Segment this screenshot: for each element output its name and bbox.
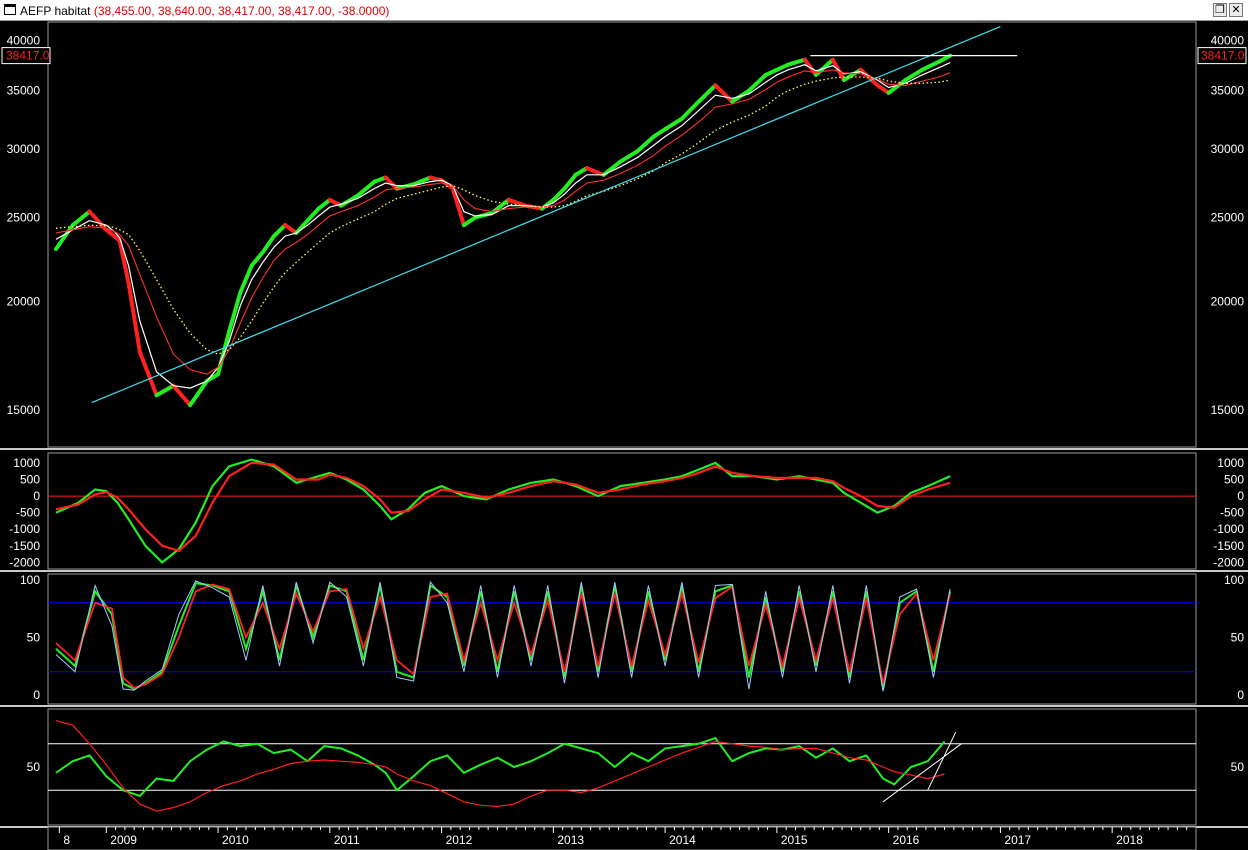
price-up-segment — [70, 209, 92, 228]
momentum-left-tick-label: 1000 — [13, 456, 40, 470]
momentum-slow-line — [55, 461, 951, 553]
price-up-segment — [154, 383, 176, 398]
x-tick-label-2014: 2014 — [669, 833, 696, 847]
rsi-right-tick-label: 50 — [1231, 760, 1245, 774]
price-up-segment — [54, 223, 75, 251]
stochastic-right-tick-label: 50 — [1231, 630, 1245, 644]
series-ma-slow — [55, 76, 951, 355]
x-tick-label-2018: 2018 — [1116, 833, 1143, 847]
x-tick-label-2010: 2010 — [222, 833, 249, 847]
price-up-segment — [271, 223, 288, 239]
momentum-right-tick-label: -500 — [1220, 506, 1244, 520]
chart-area[interactable]: 8 2009 2010 2011 2012 2013 2014 2015 2016 2017 201… — [0, 21, 1248, 850]
series-rsi-avg — [55, 720, 945, 812]
x-tick-label-2012: 2012 — [446, 833, 473, 847]
stochastic-right-tick-label: 100 — [1224, 573, 1244, 587]
price-up-segment — [316, 197, 332, 211]
series-rsi — [55, 736, 946, 798]
x-tick-label-2011: 2011 — [334, 833, 360, 847]
last-price-label-left: 38417.0 — [6, 49, 50, 63]
price-down-segment — [137, 349, 159, 398]
symbol-name: AEFP habitat — [20, 4, 91, 18]
momentum-left-tick-label: 0 — [33, 489, 40, 503]
close-icon[interactable]: ✕ — [1229, 3, 1243, 17]
momentum-right-tick-label: 500 — [1224, 473, 1244, 487]
stochastic-left-tick-label: 0 — [33, 688, 40, 702]
rsi-trendline-1 — [882, 743, 962, 803]
price-down-segment — [283, 223, 299, 235]
price-up-segment — [562, 172, 578, 191]
chart-marks — [48, 25, 1196, 812]
window-title: AEFP habitat (38,455.00, 38,640.00, 38,4… — [20, 4, 389, 18]
momentum-right-tick-label: 0 — [1237, 489, 1244, 503]
stochastic-left-tick-label: 100 — [20, 573, 40, 587]
window-icon[interactable] — [4, 4, 16, 15]
price-up-segment — [679, 99, 701, 121]
momentum-left-tick-label: -500 — [16, 506, 40, 520]
price-left-tick-label: 15000 — [7, 403, 41, 417]
price-up-segment — [635, 134, 656, 154]
momentum-left-tick-label: -1000 — [9, 522, 40, 536]
panel-frame-4 — [47, 708, 1197, 826]
price-up-segment — [618, 149, 640, 164]
panel-frame-3 — [47, 573, 1197, 705]
price-up-segment — [339, 193, 360, 208]
x-tick-label-2015: 2015 — [781, 833, 808, 847]
price-right-tick-label: 25000 — [1211, 211, 1245, 225]
panel-frame-2 — [47, 452, 1197, 570]
momentum-left-tick-label: 500 — [20, 473, 40, 487]
momentum-right-tick-label: 1000 — [1217, 456, 1244, 470]
support-trendline — [91, 25, 1001, 404]
restore-icon[interactable]: ❐ — [1213, 3, 1227, 17]
price-up-segment — [238, 263, 254, 295]
ohlc-readout: (38,455.00, 38,640.00, 38,417.00, 38,417… — [93, 4, 390, 18]
price-up-segment — [249, 250, 265, 268]
panels — [0, 21, 1248, 850]
axis-labels: 8 2009 2010 2011 2012 2013 2014 2015 2016 2017 201… — [1, 33, 1247, 847]
rsi-trendline-2 — [927, 731, 957, 791]
price-left-tick-label: 40000 — [7, 33, 41, 47]
panel-frame-1 — [47, 21, 1197, 448]
momentum-right-tick-label: -1000 — [1213, 522, 1244, 536]
rsi-left-tick-label: 50 — [27, 760, 41, 774]
momentum-left-tick-label: -1500 — [9, 539, 40, 553]
price-right-tick-label: 30000 — [1211, 142, 1245, 156]
momentum-right-tick-label: -1500 — [1213, 539, 1244, 553]
price-down-segment — [171, 383, 193, 408]
stochastic-left-tick-label: 50 — [27, 630, 41, 644]
price-up-segment — [461, 215, 478, 228]
momentum-left-tick-label: -2000 — [9, 555, 40, 569]
x-tick-label-2009: 2009 — [110, 833, 137, 847]
price-left-tick-label: 20000 — [7, 295, 41, 309]
price-up-segment — [936, 53, 953, 64]
price-right-tick-label: 40000 — [1211, 33, 1245, 47]
title-bar: AEFP habitat (38,455.00, 38,640.00, 38,4… — [0, 0, 1248, 21]
series-ma-mid — [55, 69, 951, 375]
last-price-label-right: 38417.0 — [1201, 49, 1245, 63]
x-tick-label-2017: 2017 — [1004, 833, 1031, 847]
momentum-fast-line — [55, 458, 951, 564]
stochastic-right-tick-label: 0 — [1237, 688, 1244, 702]
stochastic-k-line — [55, 581, 952, 691]
price-left-tick-label: 30000 — [7, 142, 41, 156]
series-ma-fast — [55, 62, 951, 389]
price-down-segment — [713, 83, 735, 104]
price-down-segment — [584, 166, 606, 177]
price-left-tick-label: 35000 — [7, 84, 41, 98]
x-tick-label-2013: 2013 — [557, 833, 584, 847]
price-left-tick-label: 25000 — [7, 211, 41, 225]
price-right-tick-label: 35000 — [1211, 84, 1245, 98]
price-right-tick-label: 15000 — [1211, 403, 1245, 417]
price-up-segment — [696, 83, 718, 104]
price-up-segment — [786, 57, 807, 67]
x-tick-label-8: 8 — [63, 833, 70, 847]
price-up-segment — [841, 67, 863, 83]
momentum-right-tick-label: -2000 — [1213, 555, 1244, 569]
price-right-tick-label: 20000 — [1211, 295, 1245, 309]
x-tick-label-2016: 2016 — [893, 833, 920, 847]
price-up-segment — [305, 206, 321, 223]
